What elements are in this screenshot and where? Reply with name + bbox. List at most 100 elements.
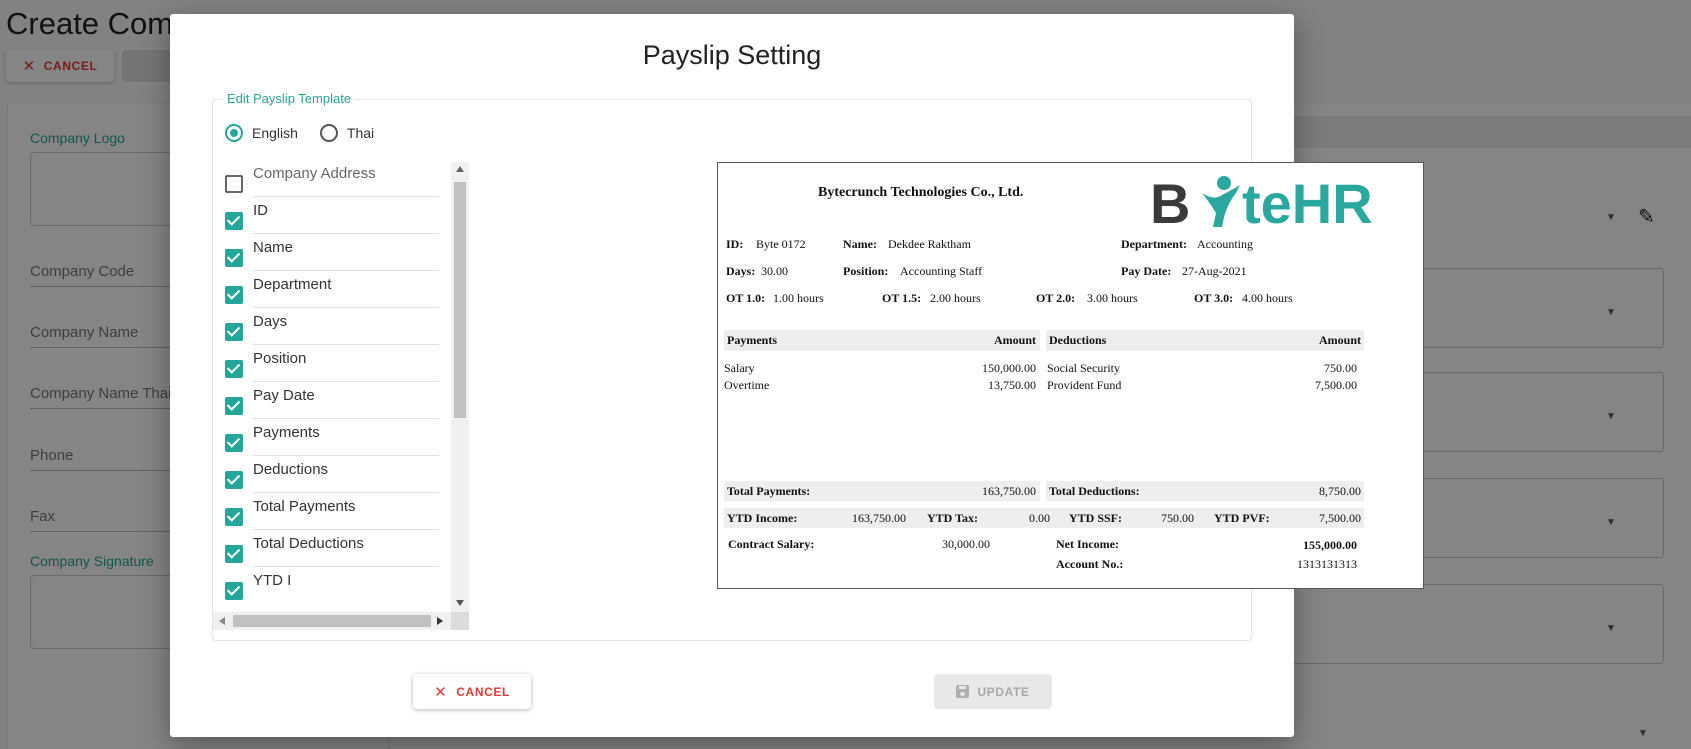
update-button[interactable]: UPDATE bbox=[934, 674, 1052, 709]
ytd-income-value: 163,750.00 bbox=[852, 511, 906, 525]
ytd-pvf-value: 7,500.00 bbox=[1319, 511, 1361, 525]
checkbox[interactable] bbox=[225, 360, 243, 378]
checkbox[interactable] bbox=[225, 323, 243, 341]
scroll-left-icon[interactable] bbox=[219, 617, 225, 625]
position-value: Accounting Staff bbox=[900, 264, 983, 278]
vertical-scrollbar[interactable] bbox=[451, 162, 469, 612]
checkbox[interactable] bbox=[225, 582, 243, 600]
id-value: Byte 0172 bbox=[756, 237, 806, 251]
ot-value: 1.00 hours bbox=[773, 291, 824, 305]
ot-value: 2.00 hours bbox=[930, 291, 981, 305]
ot-label: OT 2.0: bbox=[1036, 291, 1076, 305]
deductions-header: Deductions bbox=[1049, 333, 1107, 347]
logo-figure-head bbox=[1217, 176, 1231, 190]
payslip-company-name: Bytecrunch Technologies Co., Ltd. bbox=[818, 185, 1024, 200]
radio-thai-label[interactable]: Thai bbox=[347, 125, 374, 141]
scrollbar-thumb[interactable] bbox=[233, 615, 431, 627]
horizontal-scrollbar[interactable] bbox=[213, 612, 469, 630]
checkbox[interactable] bbox=[225, 545, 243, 563]
ytd-pvf-label: YTD PVF: bbox=[1214, 511, 1270, 525]
contract-salary-label: Contract Salary: bbox=[728, 537, 815, 551]
list-item[interactable]: Position bbox=[225, 347, 439, 385]
dialog-title: Payslip Setting bbox=[642, 40, 822, 70]
payments-header: Payments bbox=[727, 333, 777, 347]
id-label: ID: bbox=[726, 237, 744, 251]
checkbox[interactable] bbox=[225, 508, 243, 526]
department-value: Accounting bbox=[1197, 237, 1253, 251]
checkbox[interactable] bbox=[225, 175, 243, 193]
checkbox[interactable] bbox=[225, 434, 243, 452]
bytehr-logo: B teHR bbox=[1150, 172, 1373, 233]
language-radio-group: English Thai bbox=[225, 124, 396, 142]
payment-row-name: Overtime bbox=[724, 378, 770, 392]
checkbox[interactable] bbox=[225, 212, 243, 230]
close-icon: ✕ bbox=[434, 683, 448, 701]
total-deductions-value: 8,750.00 bbox=[1319, 484, 1361, 498]
list-item[interactable]: Department bbox=[225, 273, 439, 311]
name-value: Dekdee Raktham bbox=[888, 237, 971, 251]
payment-row-name: Salary bbox=[724, 361, 755, 375]
total-payments-label: Total Payments: bbox=[727, 484, 811, 498]
save-icon bbox=[956, 685, 970, 698]
radio-english-label[interactable]: English bbox=[252, 125, 298, 141]
days-label: Days: bbox=[726, 264, 756, 278]
total-deductions-label: Total Deductions: bbox=[1049, 484, 1140, 498]
logo-figure-body bbox=[1202, 185, 1240, 227]
list-item[interactable]: YTD I bbox=[225, 569, 435, 607]
account-no-value: 1313131313 bbox=[1297, 557, 1357, 571]
deduction-row-amount: 7,500.00 bbox=[1315, 378, 1357, 392]
payslip-field-list: Company Address ID Name Department Days bbox=[213, 162, 469, 630]
checkbox[interactable] bbox=[225, 249, 243, 267]
list-item[interactable]: Name bbox=[225, 236, 439, 274]
ot-label: OT 3.0: bbox=[1194, 291, 1234, 305]
list-item[interactable]: Company Address bbox=[225, 162, 439, 200]
radio-thai[interactable] bbox=[319, 124, 338, 142]
name-label: Name: bbox=[843, 237, 877, 251]
radio-english[interactable] bbox=[225, 124, 243, 142]
net-income-label: Net Income: bbox=[1056, 537, 1119, 551]
position-label: Position: bbox=[843, 264, 889, 278]
pay-date-label: Pay Date: bbox=[1121, 264, 1172, 278]
payments-amount-header: Amount bbox=[993, 333, 1036, 347]
checkbox[interactable] bbox=[225, 397, 243, 415]
ot-label: OT 1.0: bbox=[726, 291, 766, 305]
net-income-value: 155,000.00 bbox=[1303, 538, 1357, 552]
list-item[interactable]: Total Payments bbox=[225, 495, 439, 533]
deduction-row-name: Provident Fund bbox=[1047, 378, 1122, 392]
list-item[interactable]: Days bbox=[225, 310, 439, 348]
ytd-tax-label: YTD Tax: bbox=[927, 511, 979, 525]
scroll-up-icon[interactable] bbox=[456, 166, 464, 172]
payslip-setting-dialog: Payslip Setting Edit Payslip Template En… bbox=[170, 14, 1424, 737]
scrollbar-thumb[interactable] bbox=[454, 182, 466, 418]
deductions-amount-header: Amount bbox=[1318, 333, 1361, 347]
days-value: 30.00 bbox=[761, 264, 788, 278]
ot-label: OT 1.5: bbox=[882, 291, 922, 305]
ytd-income-label: YTD Income: bbox=[727, 511, 798, 525]
checkbox[interactable] bbox=[225, 286, 243, 304]
list-item[interactable]: Payments bbox=[225, 421, 439, 459]
deduction-row-name: Social Security bbox=[1047, 361, 1120, 375]
total-payments-value: 163,750.00 bbox=[982, 484, 1036, 498]
checkbox[interactable] bbox=[225, 471, 243, 489]
list-item[interactable]: Deductions bbox=[225, 458, 439, 496]
deduction-row-amount: 750.00 bbox=[1324, 361, 1357, 375]
payment-row-amount: 150,000.00 bbox=[982, 361, 1036, 375]
list-item[interactable]: Pay Date bbox=[225, 384, 439, 422]
scrollbar-corner bbox=[451, 612, 469, 630]
account-no-label: Account No.: bbox=[1056, 557, 1124, 571]
list-item[interactable]: Total Deductions bbox=[225, 532, 439, 570]
list-item[interactable]: ID bbox=[225, 199, 439, 237]
logo-text-tehr: teHR bbox=[1242, 172, 1373, 233]
department-label: Department: bbox=[1121, 237, 1187, 251]
ytd-tax-value: 0.00 bbox=[1029, 511, 1050, 525]
ot-value: 4.00 hours bbox=[1242, 291, 1293, 305]
ytd-ssf-value: 750.00 bbox=[1161, 511, 1194, 525]
contract-salary-value: 30,000.00 bbox=[942, 537, 990, 551]
scroll-right-icon[interactable] bbox=[437, 617, 443, 625]
ot-value: 3.00 hours bbox=[1087, 291, 1138, 305]
payslip-preview: Bytecrunch Technologies Co., Ltd. B teHR… bbox=[717, 162, 1424, 589]
fieldset-legend: Edit Payslip Template bbox=[223, 91, 356, 106]
cancel-button[interactable]: ✕ CANCEL bbox=[413, 674, 531, 709]
scroll-down-icon[interactable] bbox=[456, 600, 464, 606]
ytd-ssf-label: YTD SSF: bbox=[1069, 511, 1123, 525]
